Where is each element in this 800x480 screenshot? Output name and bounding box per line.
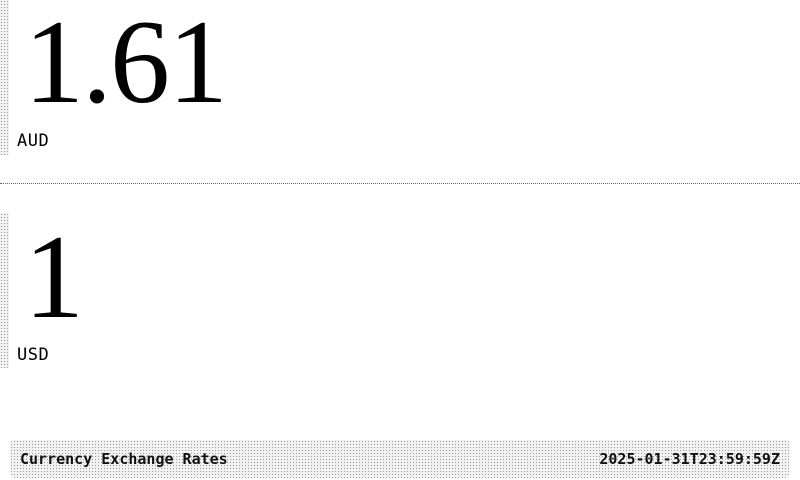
rate-accent-bar <box>0 213 9 368</box>
status-footer: Currency Exchange Rates 2025-01-31T23:59… <box>10 440 790 478</box>
currency-code: USD <box>17 345 50 365</box>
rate-card-primary: 1.61 AUD <box>0 0 800 155</box>
currency-code: AUD <box>17 131 50 151</box>
rate-value: 1.61 <box>24 0 228 128</box>
rate-value: 1 <box>24 210 84 343</box>
footer-timestamp: 2025-01-31T23:59:59Z <box>599 450 780 468</box>
rate-accent-bar <box>0 0 9 155</box>
section-divider <box>0 183 800 184</box>
rate-card-base: 1 USD <box>0 213 800 368</box>
footer-title: Currency Exchange Rates <box>20 450 228 468</box>
